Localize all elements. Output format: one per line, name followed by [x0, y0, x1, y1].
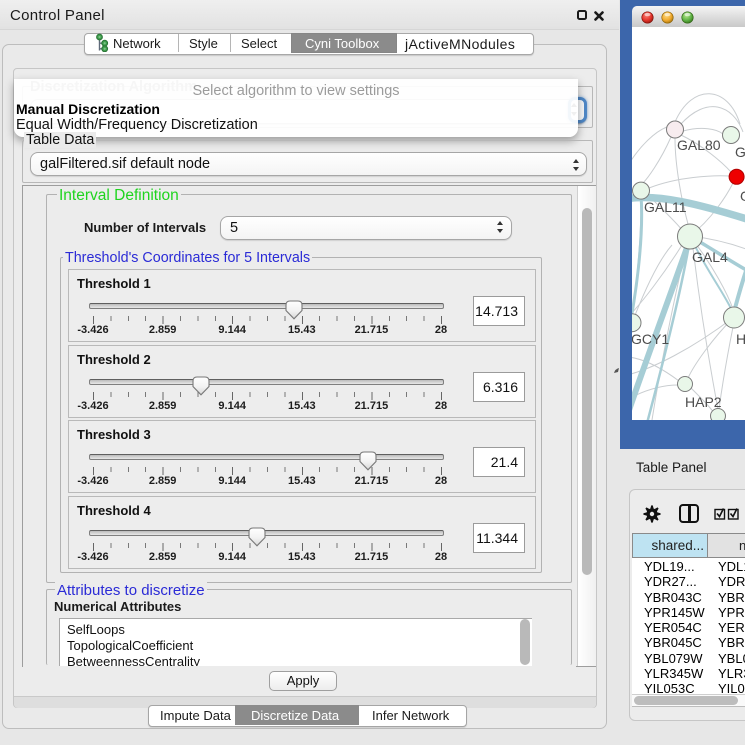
svg-text:GAL80: GAL80: [677, 137, 721, 153]
svg-text:GAL4: GAL4: [692, 249, 728, 265]
svg-text:GA: GA: [735, 144, 745, 160]
svg-text:HA: HA: [736, 331, 745, 347]
svg-text:G: G: [740, 188, 745, 204]
svg-text:GCY1: GCY1: [632, 331, 669, 347]
svg-text:GAL11: GAL11: [644, 199, 687, 215]
svg-text:HAP2: HAP2: [685, 394, 722, 410]
